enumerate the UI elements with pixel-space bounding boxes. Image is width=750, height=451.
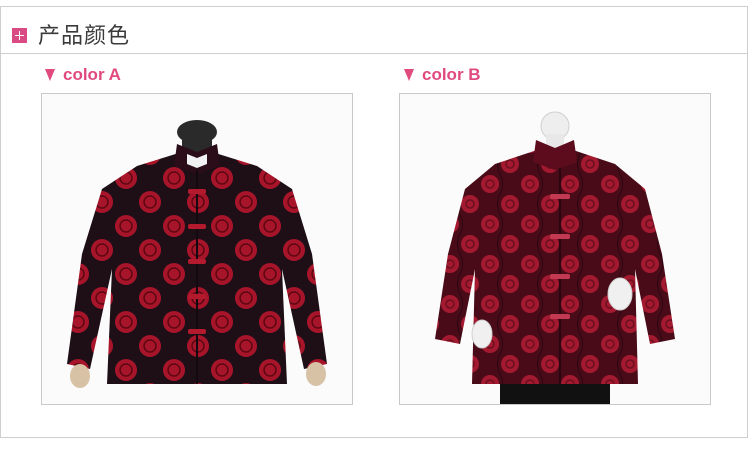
color-b-photo[interactable] — [399, 93, 711, 405]
color-a-photo[interactable] — [41, 93, 353, 405]
jacket-b-image — [435, 111, 675, 404]
triangle-down-icon — [404, 69, 414, 81]
triangle-down-icon — [45, 69, 55, 81]
color-b-label: color B — [404, 64, 481, 86]
color-b-label-text: color B — [422, 65, 481, 84]
color-a-label: color A — [45, 64, 121, 86]
plus-icon — [12, 28, 27, 43]
color-a-label-text: color A — [63, 65, 121, 84]
jacket-a-image — [67, 120, 327, 388]
section-title: 产品颜色 — [38, 24, 131, 49]
section-header: 产品颜色 — [1, 7, 747, 54]
